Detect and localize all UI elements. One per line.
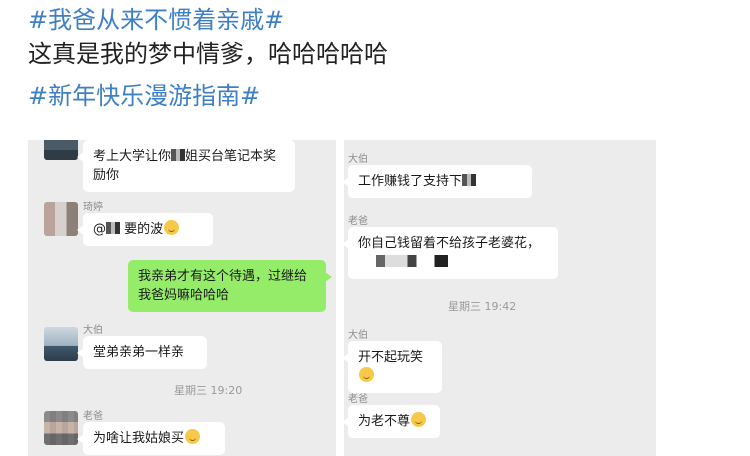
sender-name: 老爸 (83, 411, 103, 422)
sender-name: 老爸 (348, 394, 368, 405)
chat-bubble: 开不起玩笑 (344, 341, 442, 393)
sender-name: 琦婷 (83, 202, 103, 213)
avatar (44, 202, 78, 236)
left-chat-screenshot: 考上大学让你 姐买台笔记本奖励你 琦婷 @ 要的波 我亲弟才有这个待遇，过继给我爸… (28, 140, 336, 456)
chat-bubble: @ 要的波 (77, 213, 213, 246)
chat-bubble: 工作赚钱了支持下 (344, 165, 532, 198)
sender-name: 大伯 (348, 154, 368, 165)
timestamp: 星期三 19:20 (174, 384, 243, 397)
message-text: 你自己钱留着不给孩子老婆花， (358, 236, 541, 251)
smile-emoji-icon (359, 367, 374, 382)
chat-bubble: 你自己钱留着不给孩子老婆花， (344, 227, 558, 279)
chat-bubble: 考上大学让你 姐买台笔记本奖励你 (77, 140, 295, 192)
sender-name: 大伯 (348, 330, 368, 341)
right-chat-screenshot: 大伯 工作赚钱了支持下 老爸 你自己钱留着不给孩子老婆花， 星期三 19:42 … (344, 140, 656, 456)
mention: @ (93, 222, 106, 237)
chat-bubble-self: 我亲弟才有这个待遇，过继给我爸妈嘛哈哈哈 (128, 260, 332, 312)
message-text: 要的波 (124, 222, 164, 237)
smile-emoji-icon (411, 412, 427, 427)
message-text: 开不起玩笑 (358, 350, 424, 365)
avatar (44, 411, 78, 445)
timestamp: 星期三 19:42 (448, 300, 517, 313)
sender-name: 老爸 (348, 216, 368, 227)
smile-emoji-icon (185, 429, 201, 444)
message-text: 工作赚钱了支持下 (358, 174, 463, 189)
blurred-name-icon (106, 222, 120, 234)
avatar (44, 140, 78, 160)
smile-emoji-icon (164, 220, 180, 235)
message-text: 为啥让我姑娘买 (93, 431, 185, 446)
post-text: 这真是我的梦中情爹，哈哈哈哈哈 (28, 40, 388, 68)
blurred-name-icon (462, 174, 477, 186)
blurred-name-icon (171, 149, 186, 161)
chat-bubble: 为啥让我姑娘买 (77, 422, 225, 455)
message-text: 我亲弟才有这个待遇，过继给我爸妈嘛哈哈哈 (138, 269, 308, 303)
chat-bubble: 堂弟亲弟一样亲 (77, 336, 207, 369)
sender-name: 大伯 (83, 325, 103, 336)
blurred-name-icon (358, 255, 448, 267)
message-text: 堂弟亲弟一样亲 (93, 345, 185, 360)
message-text: 考上大学让你 (93, 149, 172, 164)
hashtag-line-2[interactable]: #新年快乐漫游指南# (28, 76, 260, 111)
avatar (44, 327, 78, 361)
message-text: 为老不尊 (358, 414, 411, 429)
chat-bubble: 为老不尊 (344, 405, 440, 438)
hashtag-line-1[interactable]: #我爸从来不惯着亲戚# (28, 0, 284, 35)
